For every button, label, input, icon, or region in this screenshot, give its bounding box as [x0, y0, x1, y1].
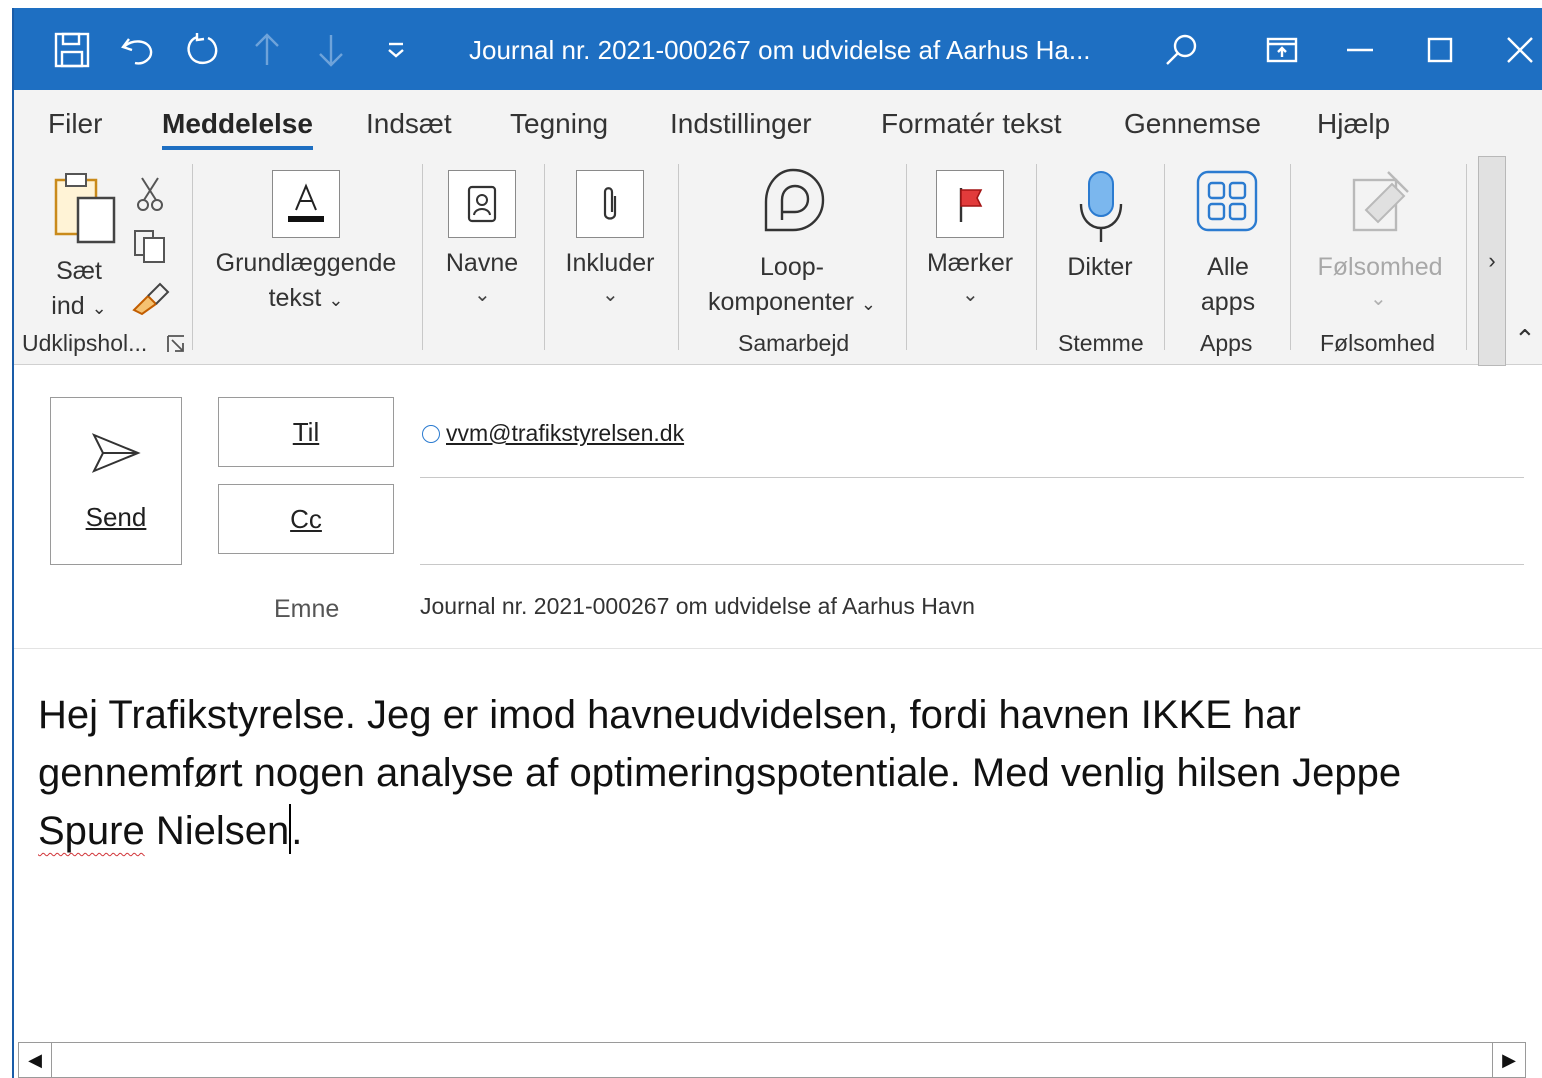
- customize-toolbar-icon[interactable]: [374, 28, 418, 72]
- arrow-down-icon: [309, 28, 353, 72]
- horizontal-scrollbar[interactable]: ◀ ▶: [18, 1042, 1526, 1078]
- tags-button[interactable]: [936, 170, 1004, 238]
- apps-grid-icon[interactable]: [1196, 170, 1258, 232]
- tags-label: Mærker: [926, 249, 1014, 277]
- body-text-part-2: Nielsen: [144, 809, 290, 853]
- basic-text-label-2: tekst: [268, 284, 322, 312]
- title-bar: Journal nr. 2021-000267 om udvidelse af …: [14, 8, 1542, 90]
- save-icon[interactable]: [50, 28, 94, 72]
- tab-indstillinger[interactable]: Indstillinger: [670, 108, 812, 140]
- triangle-left-icon: ◀: [28, 1049, 42, 1070]
- presence-icon: [422, 424, 440, 443]
- attach-icon: [603, 187, 617, 220]
- dialog-launcher-icon[interactable]: [166, 334, 186, 354]
- loop-label-2: komponenter: [708, 288, 854, 316]
- include-label: Inkluder: [565, 249, 655, 277]
- subject-label: Emne: [274, 595, 340, 623]
- send-icon: [91, 433, 141, 473]
- body-text-part-1: Hej Trafikstyrelse. Jeg er imod havneudv…: [38, 693, 1402, 795]
- cc-field[interactable]: [420, 498, 1524, 538]
- chevron-down-icon: ⌄: [328, 290, 344, 310]
- names-label: Navne: [445, 249, 519, 277]
- paste-icon: [54, 173, 116, 244]
- include-button[interactable]: [576, 170, 644, 238]
- cc-button[interactable]: Cc: [218, 484, 394, 554]
- ribbon: Sæt ind ⌄ Udklipshol... Grundlæggende te…: [14, 156, 1542, 366]
- all-apps-label-2: apps: [1200, 288, 1256, 316]
- collab-group-label: Samarbejd: [738, 330, 850, 356]
- sensitivity-label: Følsomhed: [1317, 253, 1443, 281]
- tab-gennemse[interactable]: Gennemse: [1124, 108, 1261, 140]
- tab-tegning[interactable]: Tegning: [510, 108, 608, 140]
- minimize-icon[interactable]: [1338, 28, 1382, 72]
- basic-text-label: Grundlæggende: [215, 249, 397, 277]
- tab-meddelelse[interactable]: Meddelelse: [162, 108, 313, 150]
- message-body[interactable]: Hej Trafikstyrelse. Jeg er imod havneudv…: [38, 686, 1478, 860]
- flag-icon: [959, 188, 983, 222]
- undo-icon[interactable]: [116, 28, 160, 72]
- send-label: Send: [85, 502, 147, 532]
- ribbon-scroll-right-button[interactable]: ›: [1478, 156, 1506, 366]
- sensitivity-group-label: Følsomhed: [1320, 330, 1436, 356]
- chevron-down-icon: ⌄: [602, 284, 619, 306]
- apps-group-label: Apps: [1200, 330, 1253, 356]
- arrow-up-icon: [245, 28, 289, 72]
- send-button[interactable]: Send: [50, 397, 182, 565]
- scroll-right-button[interactable]: ▶: [1492, 1043, 1525, 1077]
- chevron-right-icon: ›: [1488, 248, 1496, 273]
- redo-icon[interactable]: [180, 28, 224, 72]
- to-recipient[interactable]: vvm@trafikstyrelsen.dk: [446, 420, 684, 447]
- tab-indsaet[interactable]: Indsæt: [366, 108, 452, 140]
- window-title: Journal nr. 2021-000267 om udvidelse af …: [469, 35, 1091, 65]
- maximize-icon[interactable]: [1418, 28, 1462, 72]
- scroll-left-button[interactable]: ◀: [19, 1043, 52, 1077]
- misspelled-word[interactable]: Spure: [38, 809, 145, 853]
- chevron-down-icon: ⌄: [1370, 288, 1387, 310]
- subject-field[interactable]: Journal nr. 2021-000267 om udvidelse af …: [420, 593, 975, 620]
- cut-icon[interactable]: [136, 176, 164, 212]
- tab-formater-tekst[interactable]: Formatér tekst: [881, 108, 1061, 140]
- ribbon-tabs: Filer Meddelelse Indsæt Tegning Indstill…: [14, 90, 1542, 156]
- address-book-icon: [467, 185, 497, 223]
- cc-label: Cc: [290, 503, 322, 534]
- outlook-compose-window: Journal nr. 2021-000267 om udvidelse af …: [12, 8, 1542, 1078]
- loop-components-icon[interactable]: [758, 166, 828, 236]
- collapse-ribbon-icon[interactable]: ⌃: [1514, 324, 1536, 355]
- chevron-down-icon: ⌄: [474, 284, 491, 306]
- to-label: Til: [292, 416, 320, 447]
- ribbon-display-icon[interactable]: [1260, 28, 1304, 72]
- chevron-down-icon: ⌄: [860, 294, 876, 314]
- tab-hjaelp[interactable]: Hjælp: [1317, 108, 1390, 140]
- to-button[interactable]: Til: [218, 397, 394, 467]
- to-field[interactable]: vvm@trafikstyrelsen.dk: [422, 420, 684, 447]
- tab-filer[interactable]: Filer: [48, 108, 102, 140]
- names-button[interactable]: [448, 170, 516, 238]
- paste-label: Sæt: [56, 257, 102, 285]
- body-text-end: .: [291, 809, 303, 853]
- format-painter-icon[interactable]: [130, 280, 170, 316]
- triangle-right-icon: ▶: [1502, 1049, 1516, 1070]
- voice-group-label: Stemme: [1058, 330, 1144, 356]
- chevron-down-icon: ⌄: [962, 284, 979, 306]
- clipboard-group-label: Udklipshol...: [22, 330, 148, 356]
- paste-label-2: ind: [51, 292, 85, 320]
- microphone-icon[interactable]: [1076, 170, 1126, 246]
- dictate-label: Dikter: [1067, 253, 1133, 281]
- paste-button[interactable]: Sæt ind ⌄: [44, 170, 116, 320]
- all-apps-label: Alle: [1207, 253, 1249, 281]
- chevron-down-icon: ⌄: [91, 298, 107, 318]
- sensitivity-icon: [1352, 171, 1409, 232]
- copy-icon[interactable]: [132, 228, 168, 264]
- search-icon[interactable]: [1160, 28, 1204, 72]
- font-color-icon: [288, 183, 324, 222]
- loop-label: Loop-: [760, 253, 824, 281]
- close-icon[interactable]: [1498, 28, 1542, 72]
- basic-text-button[interactable]: [272, 170, 340, 238]
